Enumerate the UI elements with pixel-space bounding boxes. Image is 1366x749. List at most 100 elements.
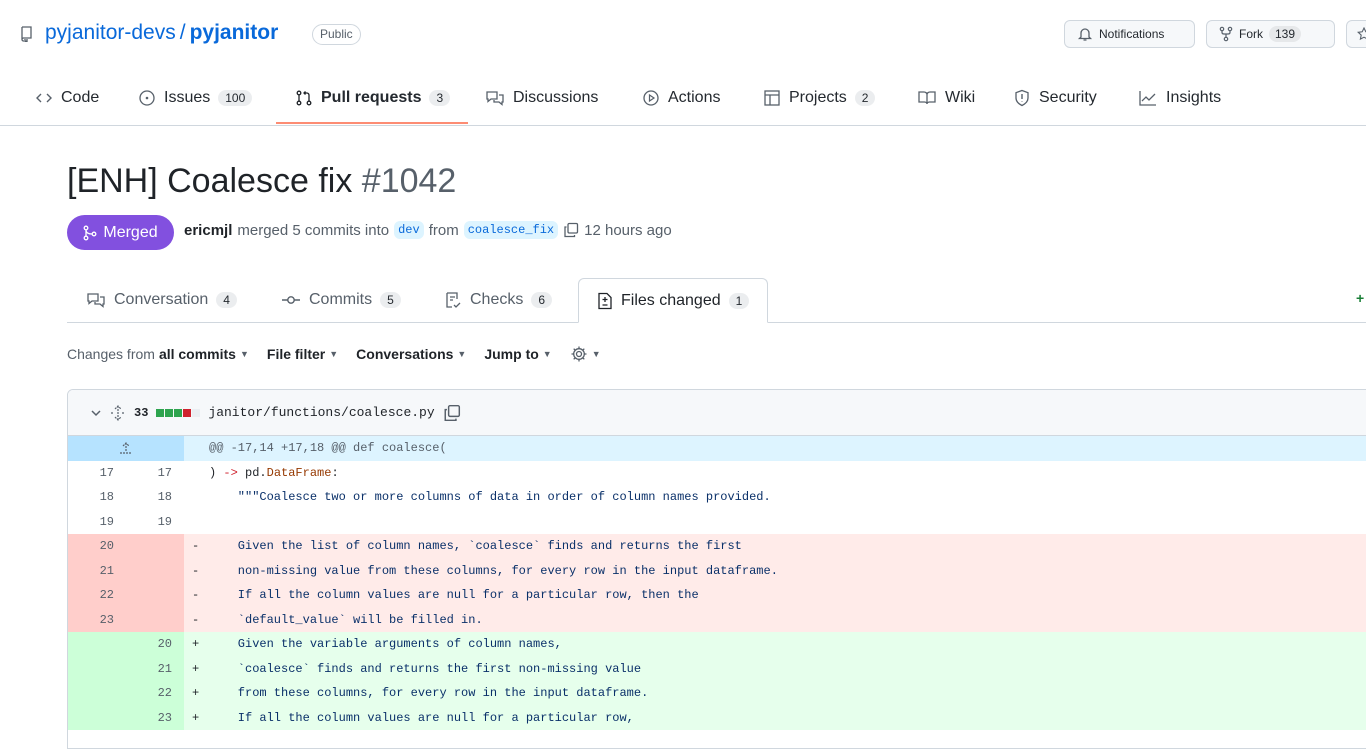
merged-label: Merged bbox=[103, 223, 158, 241]
diff-sign: + bbox=[192, 637, 200, 651]
old-line-number[interactable]: 17 bbox=[68, 461, 126, 486]
old-line-number[interactable]: 21 bbox=[68, 559, 126, 584]
tab-pull-requests[interactable]: Pull requests 3 bbox=[295, 86, 451, 110]
tab-security[interactable]: Security bbox=[1013, 86, 1097, 110]
diff-sign: - bbox=[192, 612, 200, 627]
diff-sign: - bbox=[192, 539, 200, 553]
diff-line-add: 23 + If all the column values are null fo… bbox=[68, 705, 1366, 731]
code-line: """Coalesce two or more columns of data … bbox=[209, 490, 771, 504]
tab-actions[interactable]: Actions bbox=[642, 86, 720, 110]
notifications-button[interactable]: Notifications bbox=[1064, 20, 1195, 48]
head-branch[interactable]: coalesce_fix bbox=[463, 221, 559, 239]
gear-icon bbox=[570, 345, 588, 363]
old-line-number[interactable]: 22 bbox=[68, 583, 126, 608]
new-line-number[interactable] bbox=[126, 534, 184, 559]
diffstat-square bbox=[165, 408, 174, 417]
old-line-number[interactable]: 20 bbox=[68, 534, 126, 559]
code-line: from these columns, for every row in the… bbox=[209, 686, 649, 700]
pr-author-link[interactable]: ericmjl bbox=[184, 222, 232, 239]
chevron-down-icon[interactable] bbox=[90, 407, 102, 419]
base-branch[interactable]: dev bbox=[394, 221, 424, 239]
conversations-dropdown[interactable]: Conversations ▼ bbox=[356, 346, 466, 362]
diff-line-context: 17 17) -> pd.DataFrame: bbox=[68, 461, 1366, 486]
new-line-number[interactable]: 17 bbox=[126, 461, 184, 486]
tab-checks[interactable]: Checks 6 bbox=[444, 278, 553, 322]
old-line-number[interactable] bbox=[68, 632, 126, 657]
merge-icon bbox=[83, 225, 97, 241]
repo-name-link[interactable]: pyjanitor bbox=[190, 21, 279, 44]
pr-tabs: Conversation 4 Commits 5 Checks 6 Files … bbox=[67, 278, 1366, 323]
file-filter-dropdown[interactable]: File filter ▼ bbox=[267, 346, 338, 362]
diffstat-square bbox=[174, 408, 183, 417]
tab-conversation[interactable]: Conversation 4 bbox=[86, 278, 237, 322]
old-line-number[interactable] bbox=[68, 681, 126, 706]
code-line: `coalesce` finds and returns the first n… bbox=[209, 661, 642, 676]
new-line-number[interactable]: 20 bbox=[126, 632, 184, 657]
diffstat-square bbox=[192, 408, 201, 417]
tab-security-label: Security bbox=[1039, 89, 1097, 106]
tab-wiki-label: Wiki bbox=[945, 89, 976, 106]
all-commits-label: all commits bbox=[158, 346, 236, 362]
tab-insights-label: Insights bbox=[1166, 89, 1222, 106]
pr-time: 12 hours ago bbox=[584, 221, 672, 239]
jump-to-dropdown[interactable]: Jump to ▼ bbox=[484, 346, 551, 362]
tab-issues[interactable]: Issues 100 bbox=[138, 86, 253, 110]
caret-down-icon: ▼ bbox=[457, 349, 467, 359]
diffstat-bar bbox=[156, 408, 201, 417]
tab-insights[interactable]: Insights bbox=[1138, 86, 1221, 110]
book-icon bbox=[917, 89, 937, 107]
diff-sign: - bbox=[192, 563, 200, 578]
tab-discussions[interactable]: Discussions bbox=[485, 86, 598, 110]
diff-sign: + bbox=[192, 661, 200, 676]
expand-all-icon[interactable] bbox=[110, 404, 126, 421]
new-line-number[interactable]: 19 bbox=[126, 510, 184, 535]
old-line-number[interactable] bbox=[68, 657, 126, 682]
tab-wiki[interactable]: Wiki bbox=[917, 86, 975, 110]
pull-request-icon bbox=[295, 89, 313, 107]
tab-pull-requests-label: Pull requests bbox=[321, 89, 422, 106]
expand-up-button[interactable] bbox=[68, 436, 184, 461]
tab-commits[interactable]: Commits 5 bbox=[281, 278, 401, 322]
new-line-number[interactable] bbox=[126, 608, 184, 633]
tab-projects[interactable]: Projects 2 bbox=[763, 86, 876, 110]
new-line-number[interactable]: 21 bbox=[126, 657, 184, 682]
active-tab-underline bbox=[276, 122, 468, 124]
new-line-number[interactable]: 18 bbox=[126, 485, 184, 510]
fork-button[interactable]: Fork 139 bbox=[1206, 20, 1335, 48]
repo-separator: / bbox=[179, 21, 186, 44]
issue-icon bbox=[138, 89, 156, 107]
star-button[interactable] bbox=[1346, 20, 1366, 48]
caret-down-icon: ▼ bbox=[591, 349, 601, 359]
repo-path: pyjanitor-devs / pyjanitor bbox=[45, 21, 278, 45]
table-icon bbox=[763, 89, 781, 107]
new-line-number[interactable] bbox=[126, 583, 184, 608]
commit-icon bbox=[281, 292, 301, 308]
new-line-number[interactable]: 22 bbox=[126, 681, 184, 706]
caret-down-icon: ▼ bbox=[542, 349, 552, 359]
pr-number: #1042 bbox=[361, 162, 457, 200]
changes-from-dropdown[interactable]: Changes from all commits ▼ bbox=[67, 346, 249, 362]
old-line-number[interactable]: 18 bbox=[68, 485, 126, 510]
tab-code[interactable]: Code bbox=[35, 86, 99, 110]
new-line-number[interactable] bbox=[126, 559, 184, 584]
copy-icon[interactable] bbox=[443, 404, 461, 422]
old-line-number[interactable]: 19 bbox=[68, 510, 126, 535]
new-line-number[interactable]: 23 bbox=[126, 706, 184, 731]
old-line-number[interactable]: 23 bbox=[68, 608, 126, 633]
jump-to-label: Jump to bbox=[484, 346, 539, 362]
expand-up-icon bbox=[118, 441, 134, 455]
repo-owner-link[interactable]: pyjanitor-devs bbox=[45, 21, 176, 44]
changes-from-label: Changes from bbox=[67, 346, 155, 362]
tab-files-changed[interactable]: Files changed 1 bbox=[578, 278, 769, 323]
diff-settings-dropdown[interactable]: ▼ bbox=[570, 345, 601, 363]
tab-actions-label: Actions bbox=[668, 89, 721, 106]
tab-checks-label: Checks bbox=[470, 291, 524, 308]
tab-issues-label: Issues bbox=[164, 89, 211, 106]
old-line-number[interactable] bbox=[68, 706, 126, 731]
caret-down-icon: ▼ bbox=[329, 349, 339, 359]
file-path[interactable]: janitor/functions/coalesce.py bbox=[208, 405, 434, 420]
diff-line-del: 23 - `default_value` will be filled in. bbox=[68, 607, 1366, 633]
diff-line-context: 19 19 bbox=[68, 510, 1366, 535]
copy-icon[interactable] bbox=[563, 222, 579, 238]
file-diff: 33 janitor/functions/coalesce.py @@ -17,… bbox=[67, 389, 1366, 749]
